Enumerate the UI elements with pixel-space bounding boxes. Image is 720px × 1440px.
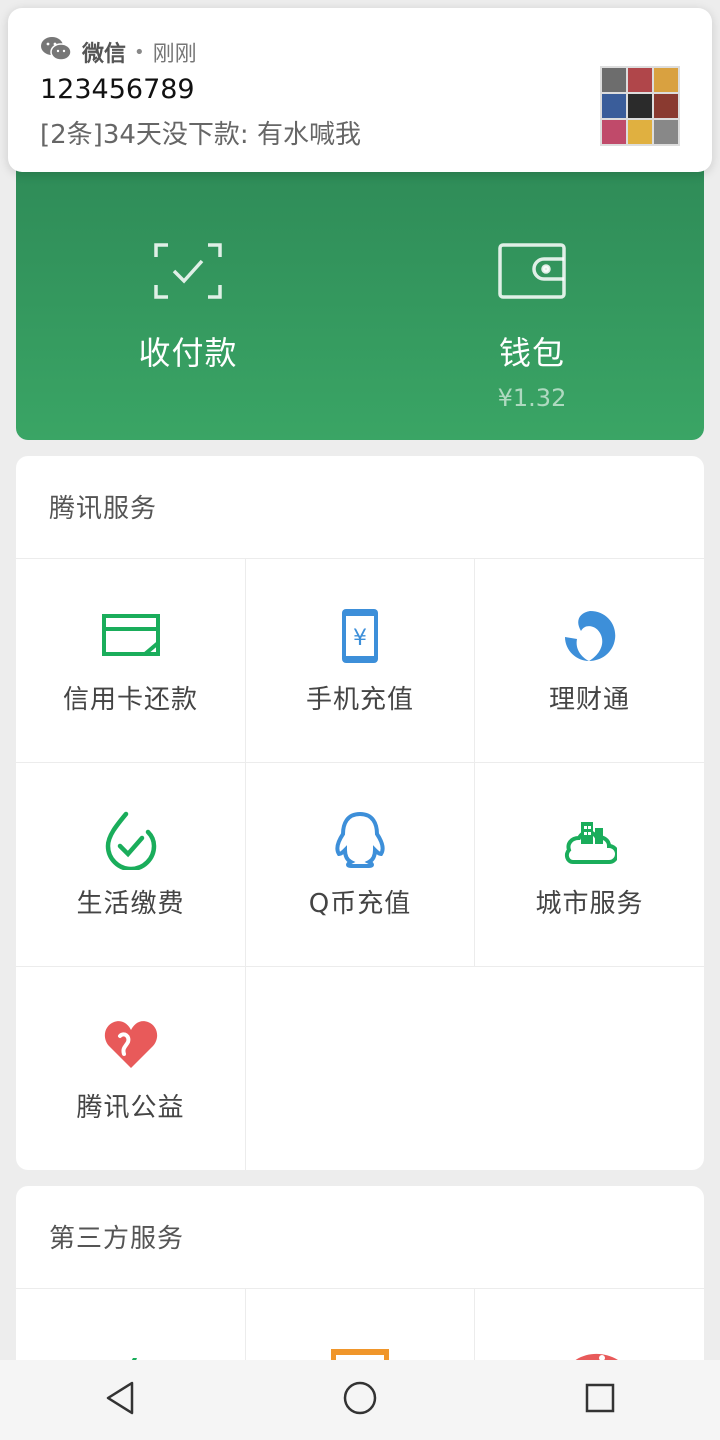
recents-icon — [584, 1382, 616, 1418]
section-title: 腾讯服务 — [16, 456, 704, 559]
home-icon — [342, 1380, 378, 1420]
phone-recharge-icon: ¥ — [246, 605, 474, 667]
home-button[interactable] — [280, 1360, 440, 1440]
service-credit-card[interactable]: 信用卡还款 — [16, 559, 246, 763]
service-phone-recharge[interactable]: ¥ 手机充值 — [246, 559, 475, 763]
back-button[interactable] — [40, 1360, 200, 1440]
qq-icon — [246, 809, 474, 871]
empty-cell — [475, 967, 704, 1170]
svg-text:¥: ¥ — [353, 626, 367, 651]
service-charity[interactable]: 腾讯公益 — [16, 967, 246, 1170]
collect-pay-label: 收付款 — [138, 334, 238, 372]
notification-title: 123456789 — [40, 74, 195, 105]
third-party-services-section: 第三方服务 — [16, 1186, 704, 1386]
utility-payment-icon — [16, 809, 245, 871]
service-label: 腾讯公益 — [76, 1093, 185, 1123]
notification-separator: • — [134, 41, 145, 63]
service-wealth[interactable]: 理财通 — [475, 559, 704, 763]
pay-card: 收付款 钱包 ¥1.32 — [16, 150, 704, 440]
wechat-icon — [40, 36, 72, 68]
service-label: Q币充值 — [308, 889, 412, 919]
service-q-coin[interactable]: Q币充值 — [246, 763, 475, 967]
service-label: 理财通 — [548, 685, 630, 715]
recents-button[interactable] — [520, 1360, 680, 1440]
service-utility-payment[interactable]: 生活缴费 — [16, 763, 246, 967]
service-label: 生活缴费 — [76, 889, 185, 919]
system-navigation-bar — [0, 1360, 720, 1440]
section-title: 第三方服务 — [16, 1186, 704, 1289]
wechat-notification[interactable]: 微信 • 刚刚 123456789 [2条]34天没下款: 有水喊我 — [8, 8, 712, 172]
wallet-icon — [412, 240, 652, 302]
notification-time: 刚刚 — [152, 42, 197, 67]
wallet-balance: ¥1.32 — [497, 384, 567, 412]
back-icon — [104, 1380, 136, 1420]
collect-pay-button[interactable]: 收付款 — [68, 240, 308, 374]
wealth-icon — [475, 605, 704, 667]
empty-cell — [246, 967, 475, 1170]
charity-heart-icon — [16, 1013, 245, 1075]
service-label: 城市服务 — [535, 889, 644, 919]
service-city[interactable]: 城市服务 — [475, 763, 704, 967]
notification-app-name: 微信 — [82, 42, 127, 67]
notification-message: [2条]34天没下款: 有水喊我 — [40, 120, 361, 150]
service-label: 手机充值 — [305, 685, 414, 715]
group-avatar — [600, 66, 680, 146]
scan-pay-icon — [68, 240, 308, 302]
wallet-label: 钱包 — [498, 334, 565, 372]
wallet-button[interactable]: 钱包 ¥1.32 — [412, 240, 652, 412]
service-label: 信用卡还款 — [62, 685, 198, 715]
notification-header: 微信 • 刚刚 — [40, 36, 197, 68]
tencent-services-section: 腾讯服务 信用卡还款 ¥ 手机充值 理财通 生活缴费 Q币充值 城市服务 腾讯公… — [16, 456, 704, 1170]
credit-card-icon — [16, 605, 245, 667]
city-service-icon — [475, 809, 704, 871]
